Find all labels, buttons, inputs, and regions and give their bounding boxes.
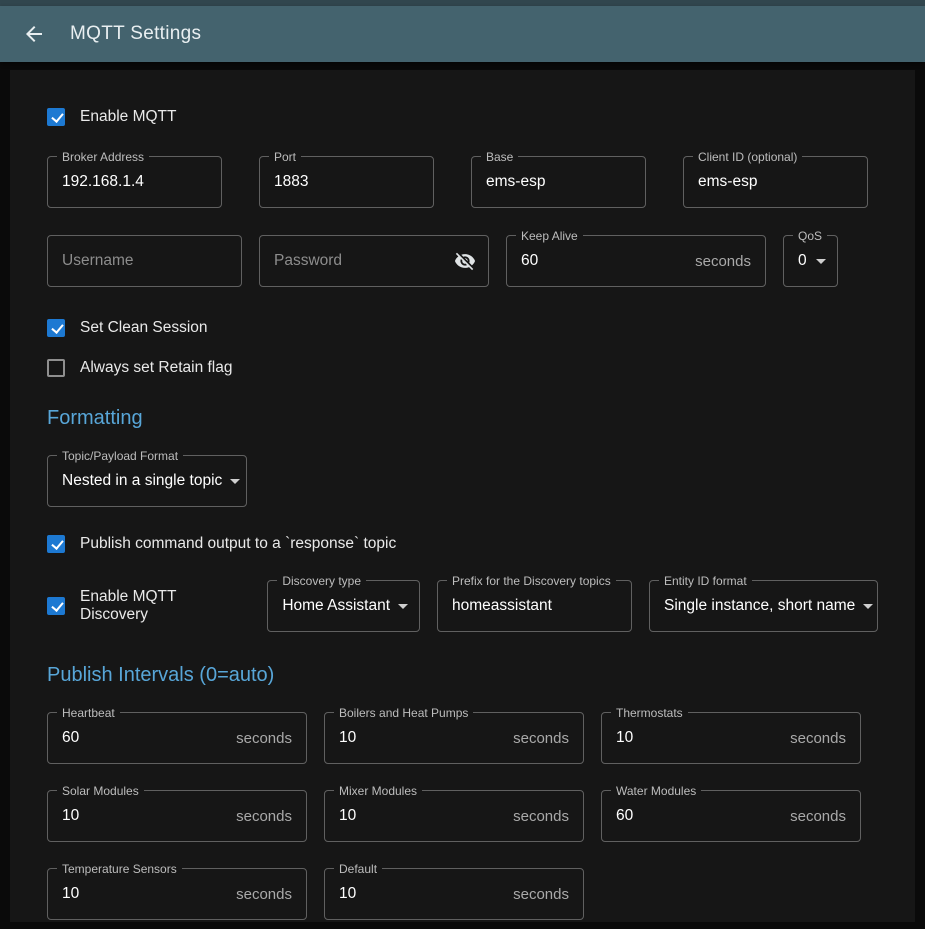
- field-label: Entity ID format: [659, 573, 752, 589]
- broker-row: Broker Address Port Base Client ID (opti…: [47, 156, 878, 208]
- toggle-password-visibility-button[interactable]: [448, 244, 482, 278]
- port-field: Port: [259, 156, 434, 208]
- formatting-heading: Formatting: [47, 407, 878, 430]
- checkbox-icon: [47, 597, 65, 615]
- chevron-down-icon: [230, 479, 240, 484]
- enable-mqtt-checkbox[interactable]: Enable MQTT: [47, 108, 176, 126]
- intervals-row-2: Solar Modules seconds Mixer Modules seco…: [47, 790, 878, 842]
- intervals-row-1: Heartbeat seconds Boilers and Heat Pumps…: [47, 712, 878, 764]
- app-bar: MQTT Settings: [0, 6, 925, 62]
- field-label: Boilers and Heat Pumps: [334, 705, 473, 721]
- publish-intervals-heading: Publish Intervals (0=auto): [47, 664, 878, 687]
- temperature-sensors-field: Temperature Sensors seconds: [47, 868, 307, 920]
- field-label: Client ID (optional): [693, 149, 802, 165]
- seconds-suffix: seconds: [236, 808, 306, 825]
- entity-id-format-selected-value: Single instance, short name: [650, 597, 863, 615]
- seconds-suffix: seconds: [513, 886, 583, 903]
- broker-address-field: Broker Address: [47, 156, 222, 208]
- checkbox-icon: [47, 535, 65, 553]
- chevron-down-icon: [398, 604, 408, 609]
- default-interval-field: Default seconds: [324, 868, 584, 920]
- keep-alive-field: Keep Alive seconds: [506, 235, 766, 287]
- topic-payload-format-select[interactable]: Topic/Payload Format Nested in a single …: [47, 455, 247, 507]
- seconds-suffix: seconds: [236, 886, 306, 903]
- publish-response-checkbox[interactable]: Publish command output to a `response` t…: [47, 535, 396, 553]
- mixer-modules-field: Mixer Modules seconds: [324, 790, 584, 842]
- base-field: Base: [471, 156, 646, 208]
- password-input[interactable]: [260, 236, 448, 286]
- password-field: [259, 235, 489, 287]
- seconds-suffix: seconds: [236, 730, 306, 747]
- water-modules-field: Water Modules seconds: [601, 790, 861, 842]
- field-label: Water Modules: [611, 783, 701, 799]
- qos-select[interactable]: QoS 0: [783, 235, 838, 287]
- field-label: Prefix for the Discovery topics: [447, 573, 616, 589]
- page-title: MQTT Settings: [70, 23, 201, 45]
- arrow-back-icon: [22, 22, 46, 46]
- topic-format-row: Topic/Payload Format Nested in a single …: [47, 455, 878, 507]
- checkbox-label: Enable MQTT: [80, 108, 176, 126]
- client-id-field: Client ID (optional): [683, 156, 868, 208]
- visibility-off-icon: [454, 250, 476, 272]
- field-label: Mixer Modules: [334, 783, 422, 799]
- heartbeat-field: Heartbeat seconds: [47, 712, 307, 764]
- entity-id-format-select[interactable]: Entity ID format Single instance, short …: [649, 580, 878, 632]
- back-button[interactable]: [20, 20, 48, 48]
- username-field: [47, 235, 242, 287]
- field-label: Base: [481, 149, 518, 165]
- discovery-type-select[interactable]: Discovery type Home Assistant: [267, 580, 420, 632]
- field-label: Port: [269, 149, 301, 165]
- checkbox-label: Always set Retain flag: [80, 359, 233, 377]
- field-label: Heartbeat: [57, 705, 120, 721]
- checkbox-icon: [47, 108, 65, 126]
- discovery-prefix-field: Prefix for the Discovery topics: [437, 580, 632, 632]
- seconds-suffix: seconds: [695, 253, 765, 270]
- intervals-row-3: Temperature Sensors seconds Default seco…: [47, 868, 878, 920]
- seconds-suffix: seconds: [790, 730, 860, 747]
- seconds-suffix: seconds: [513, 730, 583, 747]
- checkbox-label: Set Clean Session: [80, 319, 208, 337]
- discovery-row: Enable MQTT Discovery Discovery type Hom…: [47, 580, 878, 632]
- seconds-suffix: seconds: [790, 808, 860, 825]
- field-label: Thermostats: [611, 705, 688, 721]
- qos-selected-value: 0: [784, 252, 816, 270]
- checkbox-label: Enable MQTT Discovery: [80, 588, 246, 624]
- chevron-down-icon: [863, 604, 873, 609]
- field-label: Temperature Sensors: [57, 861, 182, 877]
- thermostats-field: Thermostats seconds: [601, 712, 861, 764]
- checkbox-label: Publish command output to a `response` t…: [80, 535, 396, 553]
- field-label: Default: [334, 861, 382, 877]
- enable-discovery-checkbox[interactable]: Enable MQTT Discovery: [47, 588, 246, 624]
- credentials-row: Keep Alive seconds QoS 0: [47, 235, 878, 287]
- retain-flag-checkbox[interactable]: Always set Retain flag: [47, 359, 233, 377]
- field-label: QoS: [793, 228, 827, 244]
- field-label: Solar Modules: [57, 783, 144, 799]
- seconds-suffix: seconds: [513, 808, 583, 825]
- discovery-type-selected-value: Home Assistant: [268, 597, 398, 615]
- field-label: Keep Alive: [516, 228, 583, 244]
- boilers-heat-pumps-field: Boilers and Heat Pumps seconds: [324, 712, 584, 764]
- checkbox-icon: [47, 319, 65, 337]
- checkbox-icon: [47, 359, 65, 377]
- settings-card: Enable MQTT Broker Address Port Base Cli…: [10, 70, 915, 922]
- clean-session-checkbox[interactable]: Set Clean Session: [47, 319, 208, 337]
- field-label: Broker Address: [57, 149, 149, 165]
- username-input[interactable]: [48, 236, 241, 286]
- topic-format-selected-value: Nested in a single topic: [48, 472, 230, 490]
- chevron-down-icon: [816, 259, 826, 264]
- solar-modules-field: Solar Modules seconds: [47, 790, 307, 842]
- field-label: Topic/Payload Format: [57, 448, 183, 464]
- field-label: Discovery type: [277, 573, 366, 589]
